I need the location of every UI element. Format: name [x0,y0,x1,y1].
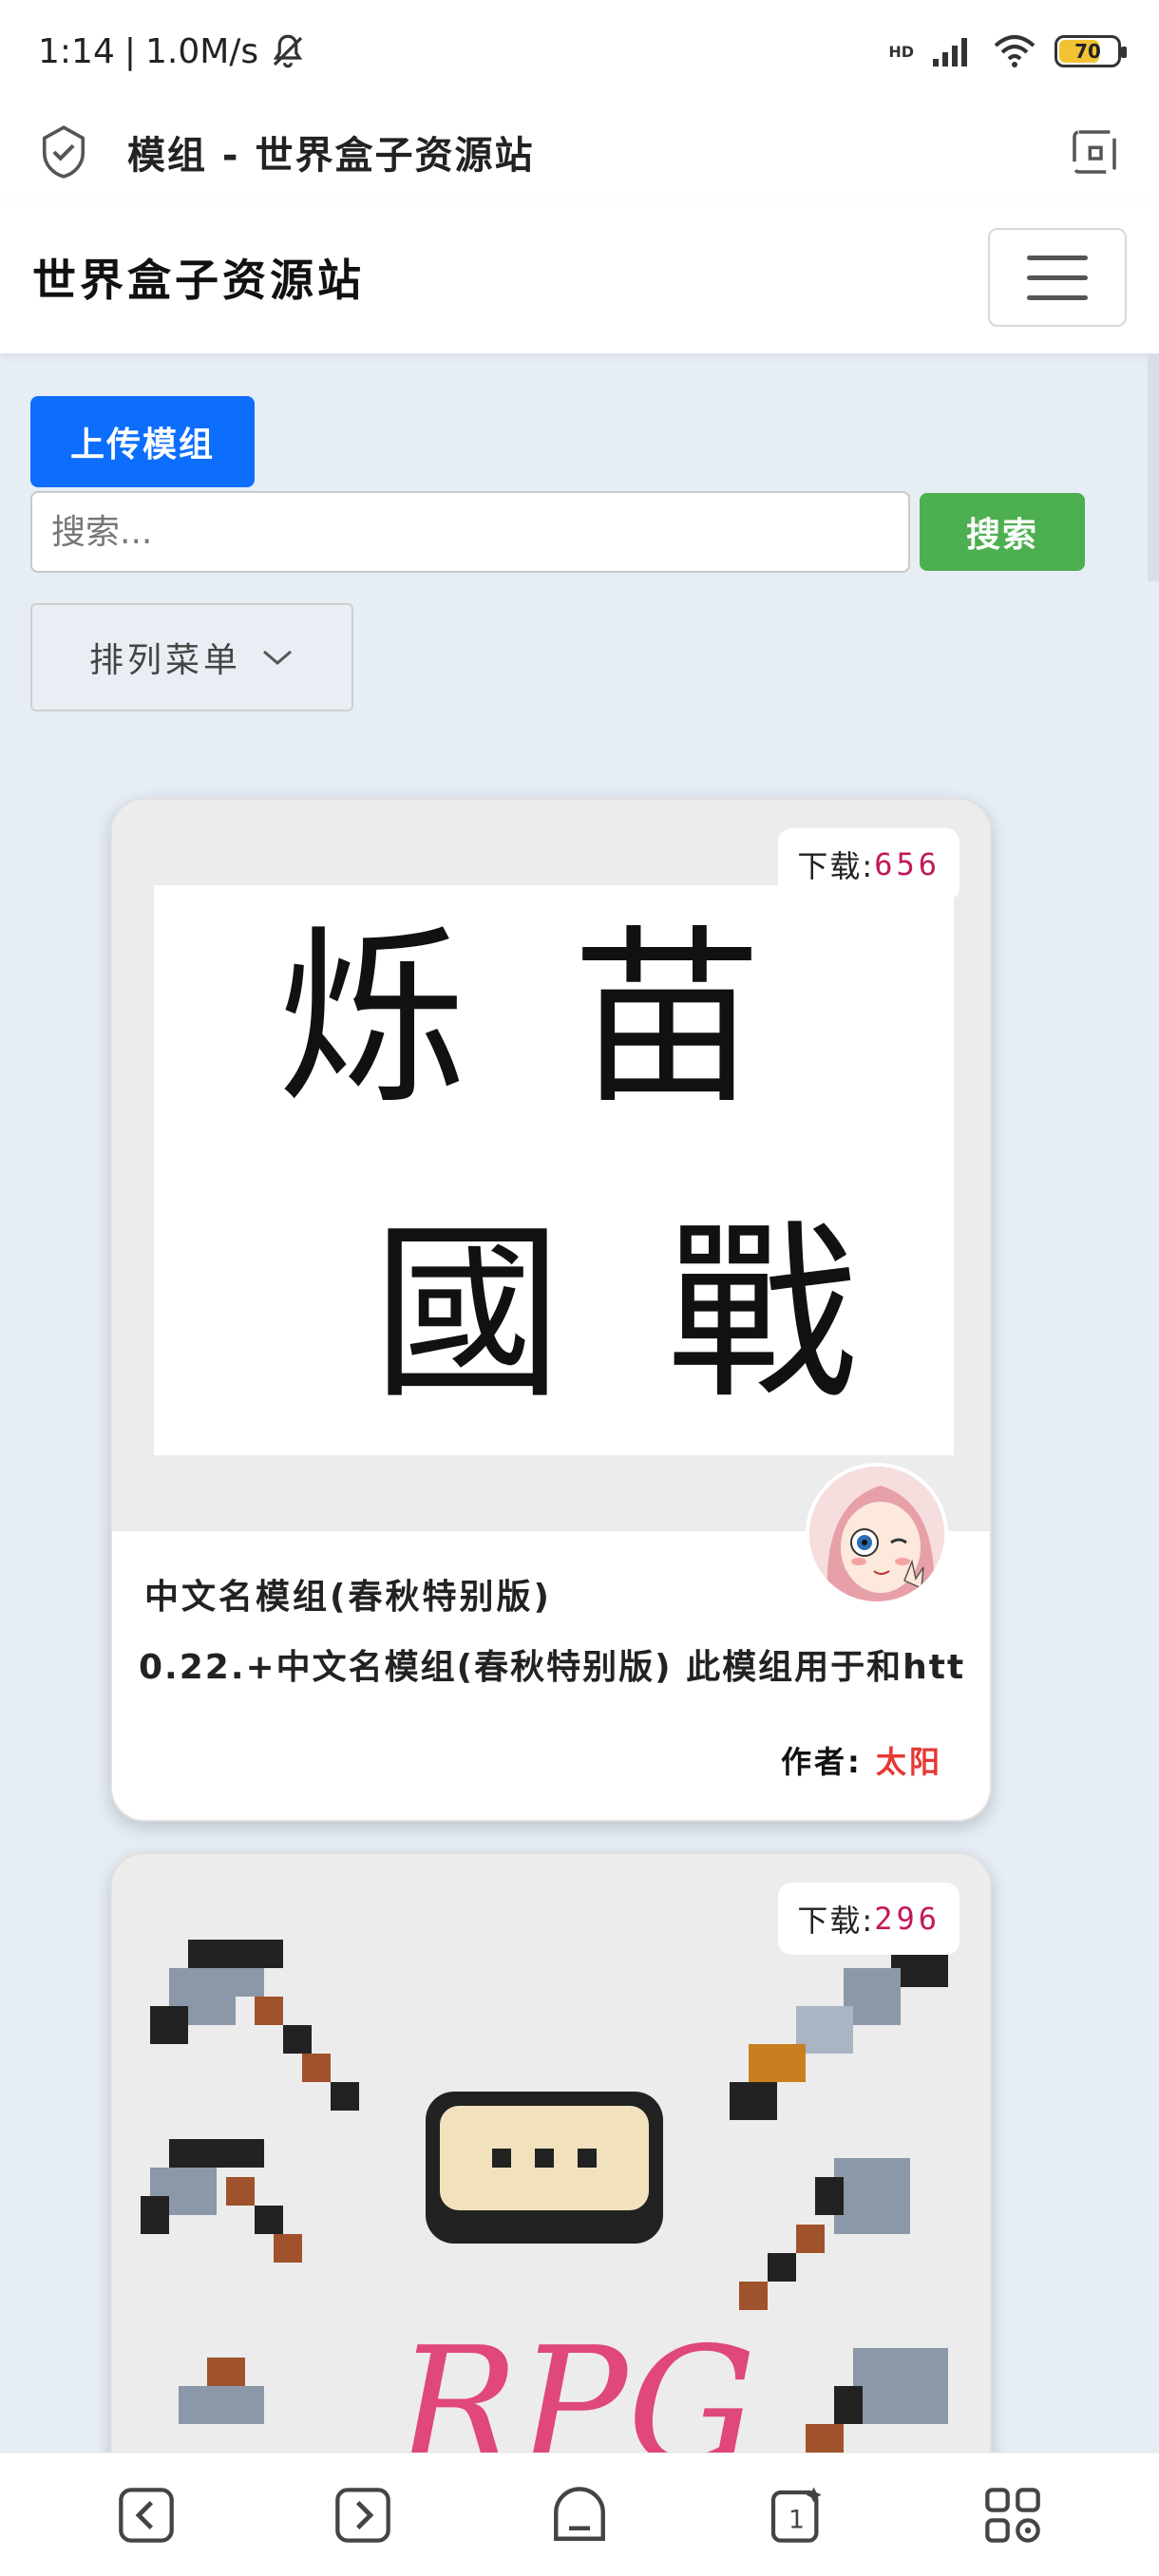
back-icon [119,2487,174,2543]
search-input[interactable] [30,491,910,573]
download-count: 296 [874,1901,940,1937]
bread-icon [426,2092,663,2244]
seal-char: 戰 [667,1203,857,1425]
status-bar: 1:14 | 1.0M/s HD 70 [0,0,1159,103]
download-label: 下载: [797,848,875,884]
battery-indicator: 70 [1054,35,1127,67]
status-speed: 1.0M/s [144,31,259,71]
status-right: HD 70 [888,34,1127,68]
hamburger-menu-button[interactable] [988,228,1127,327]
chevron-down-icon [263,650,292,665]
download-count-badge: 下载: 656 [778,828,960,900]
shield-check-icon[interactable] [38,123,89,180]
author-avatar[interactable] [806,1463,948,1605]
thumbnail-image: 烁 苗 國 戰 [154,885,954,1455]
hamburger-line [1027,275,1088,280]
seal-char: 烁 [277,909,467,1130]
mod-card[interactable]: RPG 下载: 296 [110,1852,992,2460]
sort-menu-label: 排列菜单 [88,641,241,680]
hamburger-line [1027,255,1088,260]
hamburger-line [1027,294,1088,300]
bell-muted-icon [273,34,303,68]
tabs-icon: 1 [770,2487,822,2543]
download-label: 下载: [797,1903,875,1939]
site-navbar: 世界盒子资源站 [0,201,1159,353]
download-count: 656 [874,846,940,882]
author-label: 作者: [781,1744,863,1780]
seal-char: 國 [372,1203,562,1425]
author-name[interactable]: 太阳 [876,1744,942,1780]
site-brand[interactable]: 世界盒子资源站 [32,246,365,309]
svg-text:1: 1 [788,2505,805,2534]
browser-bottom-nav: 1 [0,2453,1159,2576]
scrollbar[interactable] [1148,353,1159,581]
sort-menu-button[interactable]: 排列菜单 [30,603,353,711]
home-button[interactable] [546,2482,613,2548]
seal-script-image: 烁 苗 國 戰 [277,909,857,1425]
status-left: 1:14 | 1.0M/s [38,31,308,71]
network-hd-label: HD [888,42,914,61]
apps-button[interactable] [979,2482,1046,2548]
status-divider: | [124,31,136,71]
rpg-logo-text: RPG [394,2313,756,2460]
mod-thumbnail[interactable]: 烁 苗 國 戰 下载: 656 [112,800,990,1605]
mod-description: 0.22.+中文名模组(春秋特别版) 此模组用于和htt [139,1648,966,1687]
forward-button[interactable] [330,2482,396,2548]
upload-mod-button[interactable]: 上传模组 [30,396,255,487]
battery-level: 70 [1074,40,1101,63]
mod-thumbnail[interactable]: RPG 下载: 296 [112,1854,990,2460]
mod-card[interactable]: 烁 苗 國 戰 下载: 656 中文名模组(春秋特别版) 0.22.+中文名模组… [110,798,992,1822]
download-count-badge: 下载: 296 [778,1883,960,1955]
forward-icon [335,2487,390,2543]
status-time: 1:14 [38,31,115,71]
seal-char: 苗 [572,909,762,1130]
mod-author: 作者: 太阳 [144,1738,990,1782]
apps-icon [985,2487,1040,2543]
wifi-icon [994,35,1036,67]
browser-title-bar: 模组 - 世界盒子资源站 [0,103,1159,201]
rotate-screen-icon[interactable] [1068,125,1121,179]
signal-icon [933,38,967,66]
home-icon [554,2486,605,2541]
search-button[interactable]: 搜索 [920,493,1085,571]
tabs-button[interactable]: 1 [763,2482,829,2548]
page-title: 模组 - 世界盒子资源站 [127,134,535,178]
back-button[interactable] [113,2482,180,2548]
